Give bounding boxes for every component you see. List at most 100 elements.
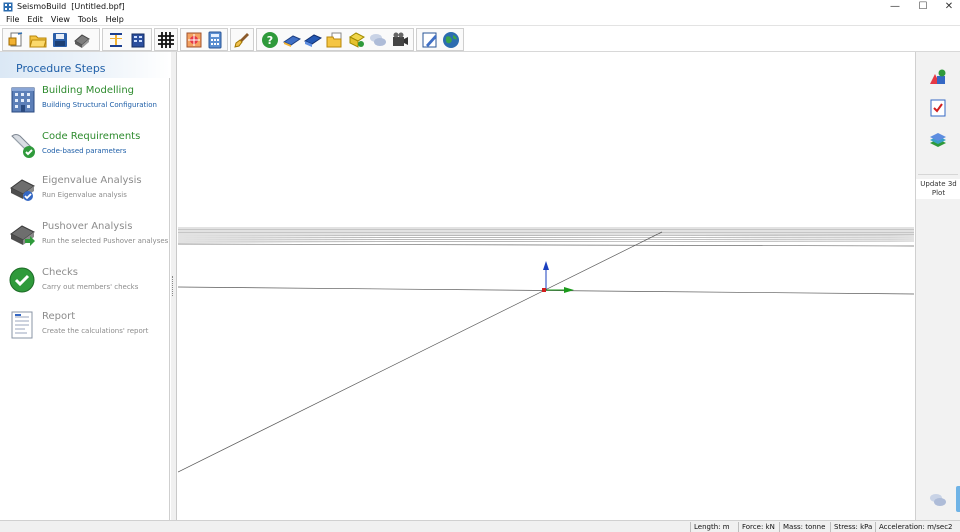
section-profile-icon [110, 32, 122, 47]
y-axis-arrow [564, 287, 574, 293]
step-pushover-analysis[interactable]: Pushover Analysis Run the selected Pusho… [8, 220, 168, 260]
building-import-icon [131, 33, 145, 47]
right-tools-panel: Update 3d Plot [915, 52, 960, 520]
edit-notes-icon [422, 32, 437, 47]
right-panel-tab[interactable] [956, 486, 960, 512]
structural-grid-button[interactable] [157, 29, 175, 50]
documents-icon [326, 32, 342, 47]
new-project-icon [8, 31, 23, 46]
svg-text:?: ? [267, 34, 273, 47]
new-project-button[interactable] [5, 29, 27, 50]
faq-button[interactable] [346, 29, 368, 50]
help-button[interactable]: ? [259, 29, 281, 50]
3d-scene[interactable] [178, 52, 914, 520]
procedure-panel: Procedure Steps Building Modelling Build… [0, 52, 170, 520]
step-title: Building Modelling [42, 85, 135, 96]
grid-lines [178, 227, 914, 243]
step-report[interactable]: Report Create the calculations' report [8, 310, 168, 350]
checklist-button[interactable] [926, 96, 950, 120]
window-title: SeismoBuild [Untitled.bpf] [17, 2, 125, 11]
toolbar-group-model [102, 28, 152, 51]
status-stress: Stress: kPa [830, 522, 872, 532]
layers-button[interactable] [926, 128, 950, 152]
toolbar-group-grid [154, 28, 178, 51]
toolbar-group-misc [416, 28, 464, 51]
open-folder-icon [29, 35, 47, 47]
step-title: Report [42, 311, 76, 322]
toolbox-button[interactable] [183, 29, 204, 50]
update-label-line1: Update 3d [920, 180, 957, 188]
code-scroll-check-icon [8, 130, 38, 160]
globe-icon [442, 31, 459, 48]
chat-bubbles-icon [930, 494, 946, 506]
toolbar-group-help: ? [256, 28, 414, 51]
3d-viewport[interactable] [178, 52, 914, 520]
tutorial-book-icon [304, 33, 323, 47]
tutorial-button[interactable] [302, 29, 324, 50]
toolbar-group-brush [230, 28, 254, 51]
step-building-modelling[interactable]: Building Modelling Building Structural C… [8, 84, 168, 124]
section-profile-button[interactable] [105, 29, 127, 50]
step-subtitle: Code-based parameters [42, 147, 127, 155]
step-title: Checks [42, 267, 78, 278]
update-label-line2: Plot [931, 189, 946, 197]
right-panel-divider [918, 174, 958, 175]
menu-bar: File Edit View Tools Help [0, 13, 960, 26]
chat-bubbles-button[interactable] [926, 488, 950, 512]
structural-grid-icon [158, 31, 174, 48]
video-button[interactable] [389, 29, 411, 50]
toolbox-icon [186, 32, 201, 47]
menu-view[interactable]: View [47, 15, 74, 24]
menu-edit[interactable]: Edit [23, 15, 47, 24]
report-document-icon [8, 310, 38, 340]
procedure-panel-header: Procedure Steps [0, 52, 170, 78]
minimize-button[interactable]: — [880, 0, 910, 13]
status-length: Length: m [690, 522, 730, 532]
calculator-button[interactable] [204, 29, 225, 50]
brush-button[interactable] [233, 29, 251, 50]
panel-splitter[interactable] [171, 52, 177, 520]
open-button[interactable] [27, 29, 49, 50]
document-name: [Untitled.bpf] [71, 2, 125, 11]
pushover-machine-icon [8, 220, 38, 250]
calculator-icon [208, 31, 221, 48]
grid-line-near [178, 243, 914, 247]
step-checks[interactable]: Checks Carry out members' checks [8, 266, 168, 306]
z-axis-arrow [543, 261, 549, 270]
menu-file[interactable]: File [2, 15, 23, 24]
title-bar: SeismoBuild [Untitled.bpf] — ☐ ✕ [0, 0, 960, 13]
ground-line-diagonal [178, 231, 663, 473]
save-button[interactable] [49, 29, 71, 50]
menu-help[interactable]: Help [102, 15, 128, 24]
toolbar: ? [0, 27, 960, 52]
settings-button[interactable] [71, 29, 93, 50]
step-code-requirements[interactable]: Code Requirements Code-based parameters [8, 130, 168, 170]
chat-icon [370, 33, 387, 46]
close-button[interactable]: ✕ [934, 0, 960, 13]
shapes-3d-icon [930, 69, 946, 84]
documents-button[interactable] [324, 29, 346, 50]
step-subtitle: Run the selected Pushover analyses [42, 237, 169, 245]
edit-notes-button[interactable] [419, 29, 440, 50]
building-icon [8, 84, 38, 114]
step-eigenvalue-analysis[interactable]: Eigenvalue Analysis Run Eigenvalue analy… [8, 174, 168, 214]
menu-tools[interactable]: Tools [74, 15, 102, 24]
status-force: Force: kN [738, 522, 775, 532]
shapes-3d-button[interactable] [926, 66, 950, 90]
globe-button[interactable] [440, 29, 461, 50]
step-subtitle: Run Eigenvalue analysis [42, 191, 127, 199]
help-icon: ? [261, 31, 278, 48]
chat-button[interactable] [368, 29, 390, 50]
splitter-grip[interactable] [172, 276, 174, 296]
step-title: Pushover Analysis [42, 221, 133, 232]
app-logo-icon [3, 2, 13, 11]
step-subtitle: Carry out members' checks [42, 283, 139, 291]
origin-marker [542, 288, 546, 292]
eigenvalue-machine-icon [8, 174, 38, 204]
building-import-button[interactable] [127, 29, 149, 50]
manual-button[interactable] [281, 29, 303, 50]
update-3d-plot-button[interactable]: Update 3d Plot [916, 179, 960, 199]
toolbar-group-file [2, 28, 100, 51]
settings-machine-icon [74, 33, 90, 48]
step-subtitle: Building Structural Configuration [42, 101, 157, 109]
